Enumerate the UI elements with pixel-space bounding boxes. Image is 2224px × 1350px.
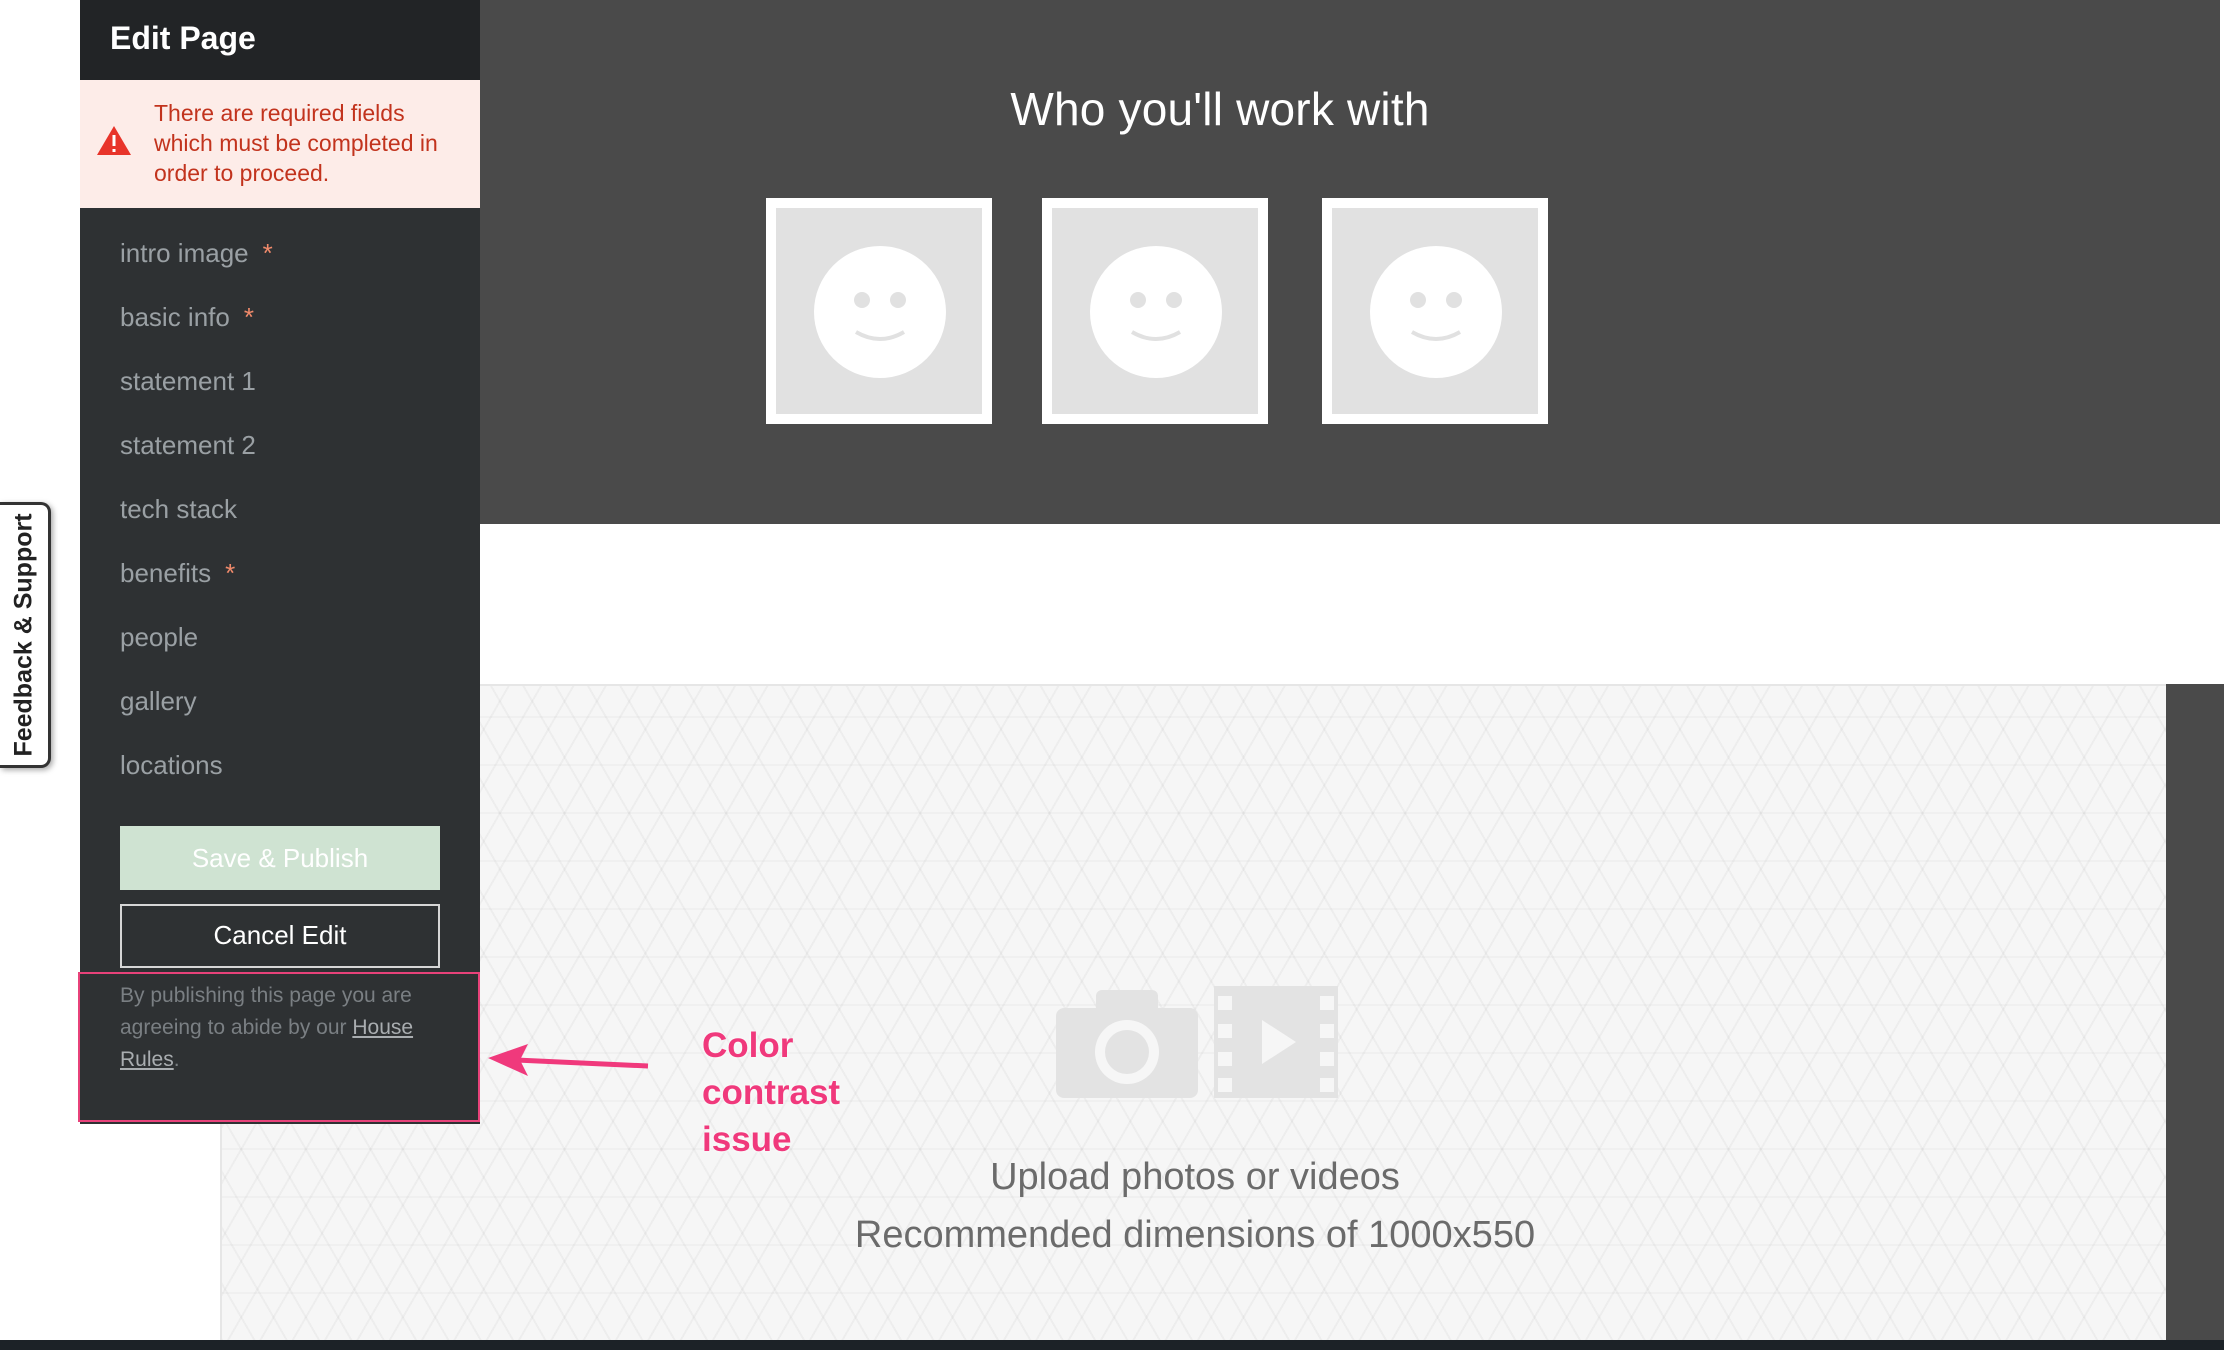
nav-item-benefits[interactable]: benefits *: [80, 550, 480, 614]
nav-item-label: tech stack: [120, 494, 238, 524]
nav-item-label: gallery: [120, 686, 197, 716]
error-message: There are required fields which must be …: [154, 100, 438, 186]
annotation-line: Color: [702, 1026, 794, 1065]
nav-item-label: basic info: [120, 302, 230, 332]
save-publish-button[interactable]: Save & Publish: [120, 826, 440, 890]
smiley-avatar-icon: [1090, 246, 1222, 378]
people-section-title: Who you'll work with: [1010, 83, 1430, 135]
nav-item-label: statement 2: [120, 430, 256, 460]
bottom-strip: [0, 1340, 2224, 1350]
person-placeholder[interactable]: [766, 198, 992, 424]
nav-item-label: people: [120, 622, 199, 652]
required-marker: *: [262, 238, 273, 268]
nav-item-label: locations: [120, 750, 223, 780]
nav-item-basic-info[interactable]: basic info *: [80, 294, 480, 358]
smiley-avatar-icon: [1370, 246, 1502, 378]
section-nav: intro image * basic info * statement 1 sta…: [80, 230, 480, 806]
upload-prompt: Upload photos or videos: [990, 1156, 1400, 1198]
nav-item-people[interactable]: people: [80, 614, 480, 678]
error-alert: There are required fields which must be …: [80, 80, 480, 208]
nav-item-label: statement 1: [120, 366, 256, 396]
nav-item-label: benefits: [120, 558, 212, 588]
nav-item-tech-stack[interactable]: tech stack: [80, 486, 480, 550]
edit-page-panel: Edit Page There are required fields whic…: [80, 0, 480, 1124]
annotation-line: issue: [702, 1120, 792, 1159]
required-marker: *: [243, 302, 254, 332]
panel-title: Edit Page: [80, 0, 480, 80]
nav-item-intro-image[interactable]: intro image *: [80, 230, 480, 294]
required-marker: *: [225, 558, 236, 588]
smiley-avatar-icon: [814, 246, 946, 378]
people-section: Who you'll work with: [480, 0, 2220, 524]
feedback-tab-label: Feedback & Support: [9, 513, 38, 757]
right-rail: [2166, 684, 2224, 1340]
feedback-support-tab[interactable]: Feedback & Support: [0, 502, 51, 768]
cancel-edit-button[interactable]: Cancel Edit: [120, 904, 440, 968]
video-icon: [1214, 986, 1338, 1098]
gallery-upload-area[interactable]: Upload photos or videos Recommended dime…: [220, 684, 2168, 1342]
annotation-arrow-icon: [488, 1044, 649, 1076]
nav-item-statement-2[interactable]: statement 2: [80, 422, 480, 486]
nav-item-locations[interactable]: locations: [80, 742, 480, 806]
warning-icon: [97, 126, 131, 155]
nav-item-label: intro image: [120, 238, 249, 268]
nav-item-statement-1[interactable]: statement 1: [80, 358, 480, 422]
annotation-line: contrast: [702, 1073, 841, 1112]
person-placeholder[interactable]: [1042, 198, 1268, 424]
upload-dimensions-hint: Recommended dimensions of 1000x550: [854, 1214, 1536, 1256]
annotation-highlight-box: [78, 972, 480, 1122]
annotation-label: Color contrast issue: [702, 1022, 840, 1163]
nav-item-gallery[interactable]: gallery: [80, 678, 480, 742]
camera-icon: [1056, 990, 1198, 1098]
person-placeholder[interactable]: [1322, 198, 1548, 424]
